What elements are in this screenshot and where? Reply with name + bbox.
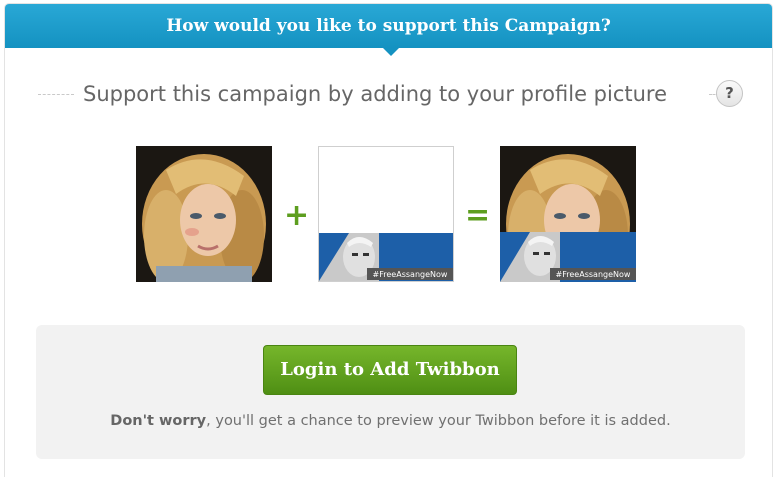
- twibbon-preview: #FreeAssangeNow: [318, 146, 454, 282]
- note-emphasis: Don't worry: [110, 413, 207, 429]
- header-pointer: [383, 48, 399, 56]
- note-text: , you'll get a chance to preview your Tw…: [206, 413, 671, 429]
- login-panel: Login to Add Twibbon Don't worry, you'll…: [36, 325, 745, 459]
- section-subtitle: Support this campaign by adding to your …: [83, 82, 668, 106]
- campaign-support-dialog: How would you like to support this Campa…: [4, 3, 773, 477]
- plus-sign: +: [284, 198, 310, 233]
- result-picture: #FreeAssangeNow: [500, 146, 636, 282]
- section-heading: Support this campaign by adding to your …: [5, 80, 772, 110]
- preview-note: Don't worry, you'll get a chance to prev…: [36, 413, 745, 429]
- equals-sign: =: [465, 198, 491, 233]
- twibbon-tag-text: #FreeAssangeNow: [373, 270, 448, 279]
- login-add-twibbon-button[interactable]: Login to Add Twibbon: [263, 345, 517, 395]
- divider-left: [38, 94, 74, 95]
- dialog-title: How would you like to support this Campa…: [166, 16, 611, 36]
- help-button[interactable]: ?: [716, 80, 743, 107]
- profile-picture: [136, 146, 272, 282]
- dialog-header: How would you like to support this Campa…: [5, 4, 772, 48]
- result-tag-text: #FreeAssangeNow: [556, 270, 631, 279]
